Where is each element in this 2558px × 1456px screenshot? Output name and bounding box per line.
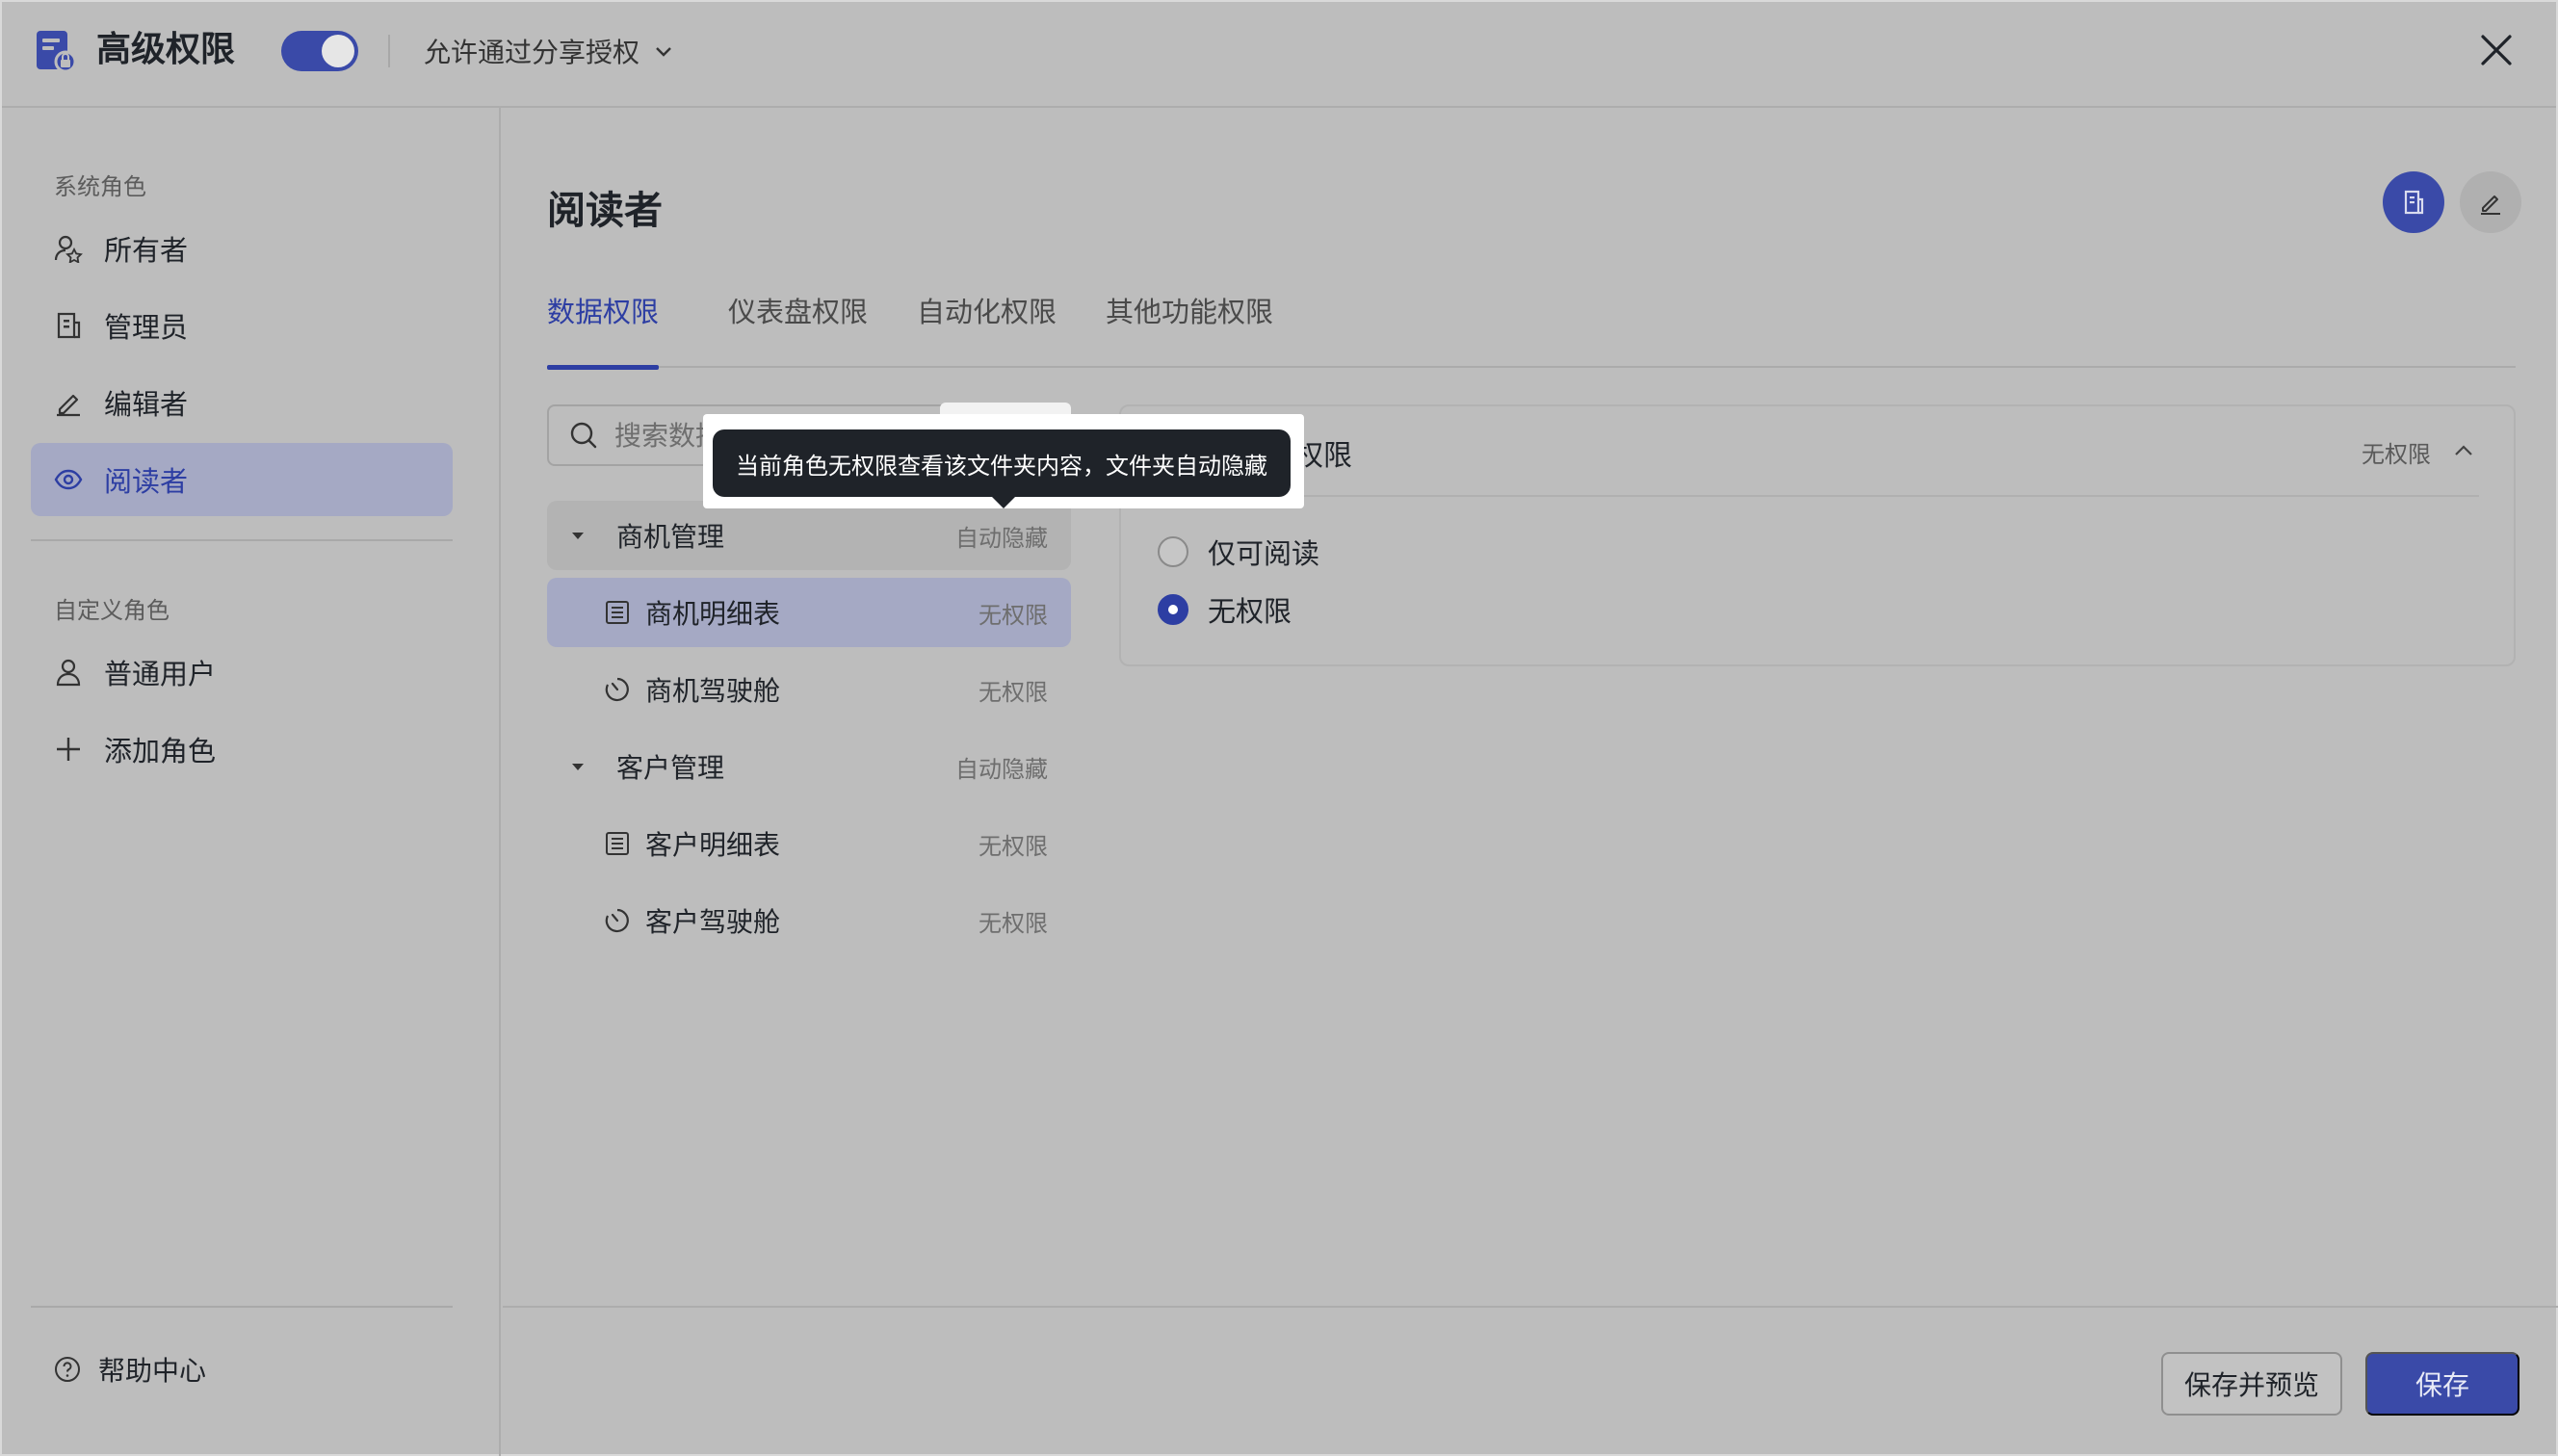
sidebar-item-normal-user[interactable]: 普通用户	[31, 636, 453, 709]
dashboard-gauge-icon	[605, 908, 629, 933]
tree-dashboard-row[interactable]: 商机驾驶舱 无权限	[547, 655, 1071, 724]
sidebar-item-owner[interactable]: 所有者	[31, 212, 453, 285]
header-divider	[388, 35, 390, 67]
tree-folder-label: 客户管理	[616, 752, 725, 784]
app-window: 高级权限 允许通过分享授权 系统角色 所有者 管理员 编辑者 阅读者 自定义角色…	[0, 0, 2558, 1456]
sidebar-item-label: 编辑者	[104, 388, 189, 421]
building-icon	[2404, 190, 2424, 215]
tree-table-row[interactable]: 商机明细表 无权限	[547, 578, 1071, 647]
footer-divider	[503, 1306, 2558, 1308]
chevron-down-icon	[656, 47, 671, 57]
sidebar-bottom-separator	[31, 1306, 453, 1308]
tree-row-status: 无权限	[979, 909, 1048, 937]
permission-logo-icon	[37, 31, 77, 73]
sidebar-item-editor[interactable]: 编辑者	[31, 366, 453, 439]
caret-down-icon[interactable]	[568, 757, 587, 776]
option-read-only[interactable]: 仅可阅读	[1158, 532, 1319, 572]
tab-other-permission[interactable]: 其他功能权限	[1106, 291, 1273, 368]
main-content: 阅读者 数据权限 仪表盘权限 自动化权限 其他功能权限 商机管理 自动隐藏 商机…	[503, 108, 2558, 1456]
help-center-label: 帮助中心	[98, 1355, 207, 1387]
sidebar-item-label: 管理员	[104, 311, 189, 344]
tree-row-status: 自动隐藏	[955, 524, 1048, 552]
panel-status: 无权限	[2362, 441, 2431, 468]
user-icon	[56, 659, 81, 687]
panel-header[interactable]: 权限 无权限	[1121, 406, 2514, 495]
page-title: 阅读者	[547, 189, 663, 233]
sidebar-item-label: 阅读者	[104, 465, 189, 498]
tree-row-status: 无权限	[979, 678, 1048, 706]
permission-detail-panel: 权限 无权限 仅可阅读 无权限	[1119, 404, 2516, 666]
search-icon	[570, 422, 597, 449]
tree-folder-row[interactable]: 商机管理 自动隐藏	[547, 501, 1071, 570]
tree-row-status: 无权限	[979, 832, 1048, 860]
tab-automation-permission[interactable]: 自动化权限	[917, 291, 1057, 368]
caret-down-icon[interactable]	[568, 526, 587, 545]
eye-icon	[54, 469, 83, 490]
sidebar-separator	[31, 539, 453, 541]
help-center-link[interactable]: 帮助中心	[54, 1350, 206, 1389]
chevron-up-icon[interactable]	[2452, 439, 2475, 462]
toggle-knob	[322, 35, 354, 67]
pencil-icon	[2481, 195, 2500, 215]
custom-roles-heading: 自定义角色	[54, 597, 170, 624]
tab-data-permission[interactable]: 数据权限	[547, 291, 660, 370]
tree-row-status: 自动隐藏	[955, 755, 1048, 783]
system-roles-heading: 系统角色	[54, 173, 146, 200]
help-circle-icon	[55, 1357, 80, 1382]
sidebar-item-admin[interactable]: 管理员	[31, 289, 453, 362]
permission-tabs: 数据权限 仪表盘权限 自动化权限 其他功能权限	[547, 291, 2516, 370]
share-authorization-dropdown[interactable]: 允许通过分享授权	[424, 29, 674, 73]
radio-button-selected[interactable]	[1158, 594, 1188, 625]
sidebar-item-reader[interactable]: 阅读者	[31, 443, 453, 516]
add-role-label: 添加角色	[104, 735, 217, 767]
header-bar: 高级权限 允许通过分享授权	[2, 2, 2556, 108]
tree-item-label: 商机驾驶舱	[645, 675, 781, 707]
tree-dashboard-row[interactable]: 客户驾驶舱 无权限	[547, 886, 1071, 955]
sidebar-item-label: 普通用户	[104, 658, 217, 690]
option-label: 无权限	[1208, 595, 1292, 628]
owner-icon	[54, 235, 83, 263]
dashboard-gauge-icon	[605, 677, 629, 702]
tree-row-status: 无权限	[979, 601, 1048, 629]
save-and-preview-button[interactable]: 保存并预览	[2161, 1352, 2342, 1416]
tree-item-label: 客户明细表	[645, 829, 781, 861]
option-label: 仅可阅读	[1208, 537, 1320, 570]
building-icon	[57, 312, 81, 339]
sidebar-item-label: 所有者	[104, 234, 189, 267]
tree-table-row[interactable]: 客户明细表 无权限	[547, 809, 1071, 878]
option-no-permission[interactable]: 无权限	[1158, 589, 1292, 630]
plus-icon	[57, 738, 80, 761]
tree-folder-label: 商机管理	[616, 521, 725, 553]
role-sidebar: 系统角色 所有者 管理员 编辑者 阅读者 自定义角色 普通用户 添加角色 帮助中…	[2, 108, 501, 1456]
table-icon	[606, 601, 629, 624]
close-icon[interactable]	[2477, 31, 2516, 69]
tree-item-label: 客户驾驶舱	[645, 906, 781, 938]
add-role-button[interactable]: 添加角色	[31, 713, 453, 786]
radio-button[interactable]	[1158, 536, 1188, 567]
advanced-permission-toggle[interactable]	[281, 31, 358, 71]
tree-item-label: 商机明细表	[645, 598, 781, 630]
org-scope-button[interactable]	[2383, 171, 2444, 233]
share-authorization-label: 允许通过分享授权	[424, 37, 640, 68]
edit-role-button[interactable]	[2460, 171, 2521, 233]
table-icon	[606, 832, 629, 855]
panel-divider	[1160, 495, 2479, 497]
auto-hide-tooltip: 当前角色无权限查看该文件夹内容，文件夹自动隐藏	[713, 429, 1291, 508]
app-title: 高级权限	[96, 30, 236, 69]
pencil-icon	[57, 394, 80, 417]
tree-folder-row[interactable]: 客户管理 自动隐藏	[547, 732, 1071, 801]
save-button[interactable]: 保存	[2365, 1352, 2519, 1416]
tab-dashboard-permission[interactable]: 仪表盘权限	[728, 291, 868, 368]
